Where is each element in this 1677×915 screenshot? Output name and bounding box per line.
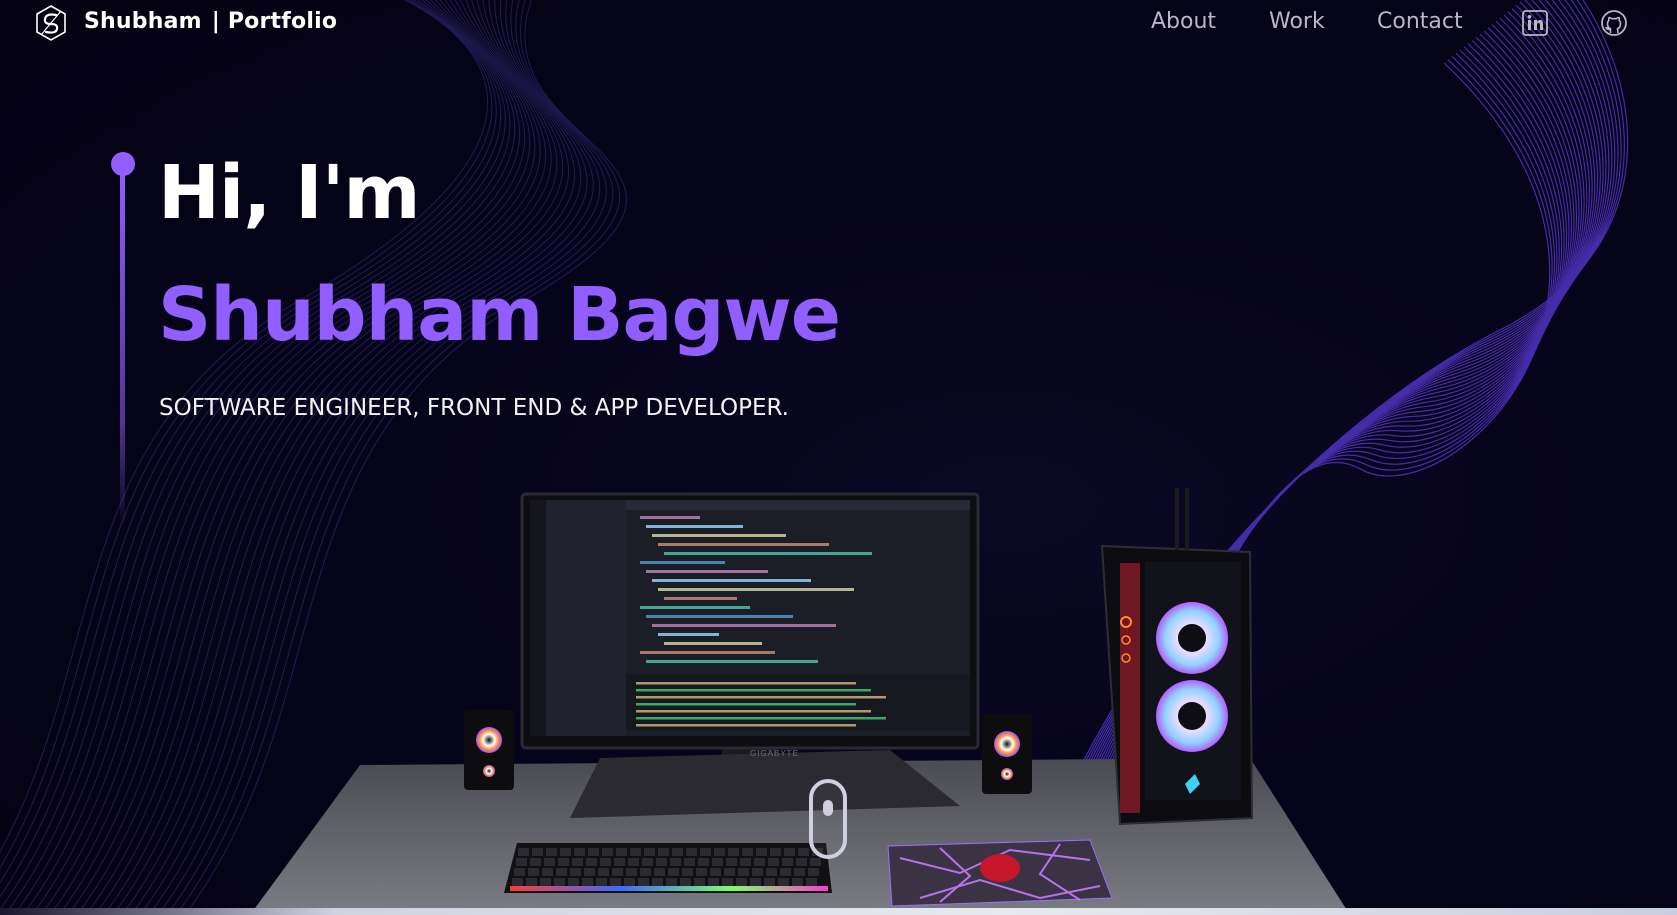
editor-activitybar [530, 500, 546, 736]
nav-link-contact[interactable]: Contact [1377, 9, 1463, 34]
hero-name: Shubham Bagwe [158, 272, 841, 358]
mouse [980, 854, 1020, 882]
brand-name: Shubham [84, 9, 202, 34]
github-icon[interactable] [1600, 9, 1628, 37]
logo-icon[interactable] [34, 4, 68, 42]
nav-link-work[interactable]: Work [1269, 9, 1325, 34]
linkedin-icon[interactable] [1521, 9, 1549, 37]
scroll-mouse-icon[interactable] [808, 778, 848, 860]
monitor-brand-label: GIGABYTE [750, 749, 799, 758]
portfolio-page: Shubham | Portfolio About Work Contact Hi… [0, 0, 1677, 915]
monitor-base [570, 750, 960, 818]
brand-suffix: | Portfolio [211, 9, 338, 34]
hero-greeting: Hi, I'm [158, 150, 420, 236]
bottom-strip [0, 908, 1677, 915]
desk-computer-scene[interactable]: GIGABYTE [240, 488, 1360, 915]
navbar: Shubham | Portfolio About Work Contact [0, 0, 1677, 46]
nav-link-about[interactable]: About [1151, 9, 1216, 34]
timeline-line [120, 170, 125, 528]
wifi-antenna [1175, 488, 1179, 550]
brand-title[interactable]: Shubham | Portfolio [84, 9, 337, 34]
hero-subtitle: SOFTWARE ENGINEER, FRONT END & APP DEVEL… [159, 395, 789, 421]
editor-tabs [626, 500, 970, 510]
